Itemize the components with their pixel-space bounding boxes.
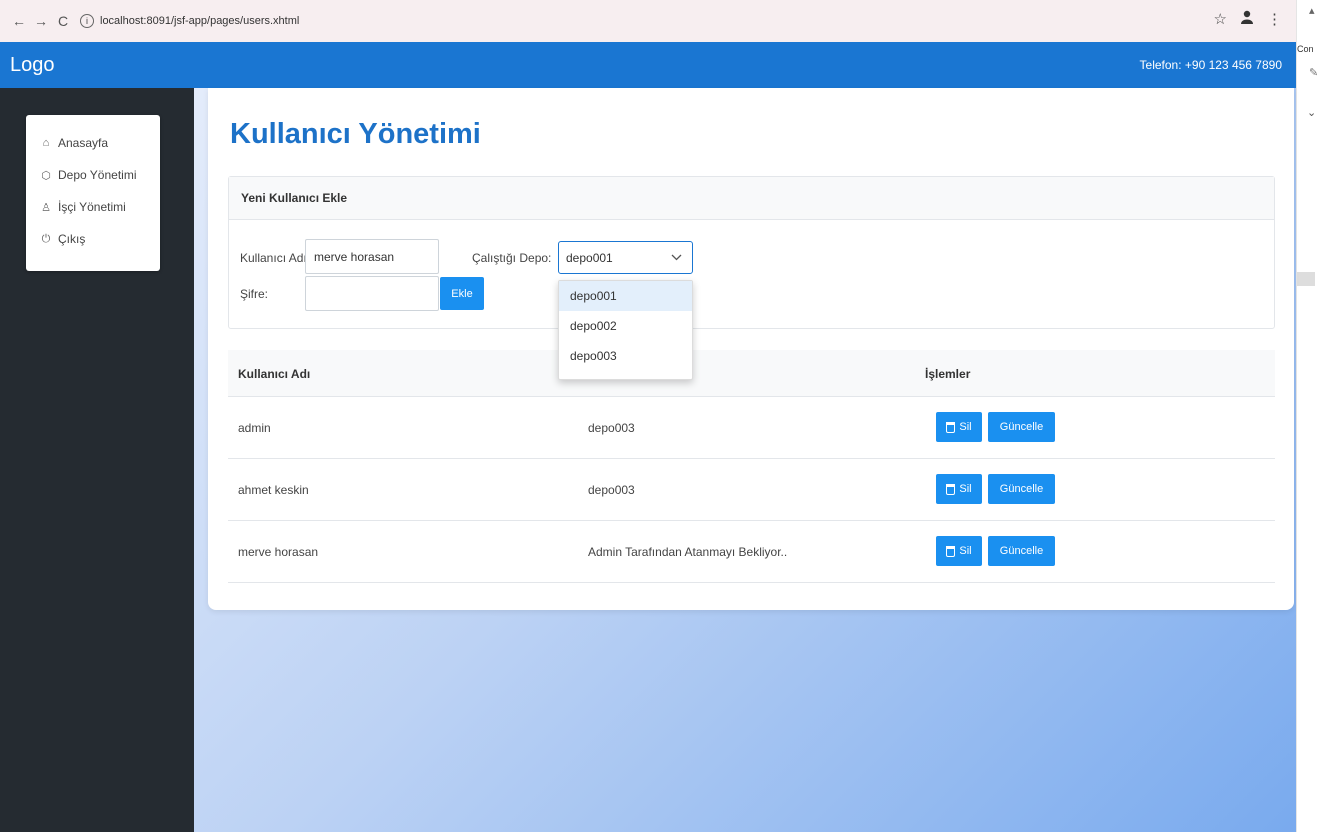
back-icon[interactable]: ← [8, 10, 30, 32]
edit-icon: ✎ [1309, 67, 1319, 79]
sidebar-item-label: İşçi Yönetimi [58, 200, 126, 214]
password-input[interactable] [305, 276, 439, 311]
forward-icon[interactable]: → [30, 10, 52, 32]
table-row: merve horasan Admin Tarafından Atanmayı … [228, 521, 1275, 583]
cell-username: ahmet keskin [238, 483, 309, 497]
delete-button[interactable]: Sil [936, 474, 982, 504]
update-button[interactable]: Güncelle [988, 536, 1055, 566]
cell-username: merve horasan [238, 545, 319, 559]
delete-button[interactable]: Sil [936, 412, 982, 442]
reload-icon[interactable]: C [52, 10, 74, 32]
chevron-down-icon[interactable]: ⌄ [1307, 106, 1316, 119]
browser-toolbar: ← → C i localhost:8091/jsf-app/pages/use… [0, 0, 1296, 42]
page-title: Kullanıcı Yönetimi [230, 118, 481, 150]
add-button[interactable]: Ekle [440, 277, 484, 310]
phone-text: Telefon: +90 123 456 7890 [1139, 58, 1282, 72]
profile-icon[interactable] [1241, 10, 1253, 28]
sidebar: ⌂ Anasayfa ⬡ Depo Yönetimi ♙ İşçi Yöneti… [0, 88, 194, 832]
column-header-actions: İşlemler [925, 367, 971, 381]
bookmark-star-icon[interactable]: ☆ [1214, 10, 1227, 28]
delete-label: Sil [959, 483, 972, 495]
sidebar-item-cikis[interactable]: ⏻ Çıkış [26, 223, 160, 255]
sidebar-item-label: Çıkış [58, 232, 86, 246]
dropdown-option-depo001[interactable]: depo001 [559, 281, 692, 311]
cell-depot: Admin Tarafından Atanmayı Bekliyor.. [588, 545, 788, 559]
app-header: Logo Telefon: +90 123 456 7890 [0, 42, 1296, 88]
dropdown-option-depo003[interactable]: depo003 [559, 341, 692, 371]
table-header: Kullanıcı Adı İşlemler [228, 350, 1275, 397]
users-icon: ♙ [41, 201, 51, 214]
sidebar-item-depo-yonetimi[interactable]: ⬡ Depo Yönetimi [26, 159, 160, 191]
pin-icon: ▴ [1309, 5, 1315, 17]
update-button[interactable]: Güncelle [988, 412, 1055, 442]
dropdown-option-depo002[interactable]: depo002 [559, 311, 692, 341]
delete-button[interactable]: Sil [936, 536, 982, 566]
url-text: localhost:8091/jsf-app/pages/users.xhtml [100, 15, 300, 27]
sidebar-item-label: Anasayfa [58, 136, 109, 150]
cell-depot: depo003 [588, 483, 635, 497]
depot-label: Çalıştığı Depo: [472, 251, 552, 265]
sidebar-item-anasayfa[interactable]: ⌂ Anasayfa [26, 127, 160, 159]
trash-icon [946, 421, 956, 433]
table-row: ahmet keskin depo003 Sil Güncelle [228, 459, 1275, 521]
username-label: Kullanıcı Adı: [240, 251, 311, 265]
scroll-thumb[interactable] [1297, 272, 1315, 286]
trash-icon [946, 483, 956, 495]
update-button[interactable]: Güncelle [988, 474, 1055, 504]
trash-icon [946, 545, 956, 557]
sidebar-menu: ⌂ Anasayfa ⬡ Depo Yönetimi ♙ İşçi Yöneti… [26, 115, 160, 271]
cell-depot: depo003 [588, 421, 635, 435]
side-panel-strip: ▴ Con ✎ ⌄ [1296, 0, 1338, 832]
password-label: Şifre: [240, 287, 269, 301]
address-bar[interactable]: i localhost:8091/jsf-app/pages/users.xht… [80, 7, 299, 35]
box-icon: ⬡ [41, 169, 51, 182]
menu-kebab-icon[interactable]: ⋮ [1267, 10, 1282, 28]
delete-label: Sil [959, 545, 972, 557]
depot-select-value: depo001 [566, 250, 613, 265]
sidebar-item-isci-yonetimi[interactable]: ♙ İşçi Yönetimi [26, 191, 160, 223]
depot-select[interactable]: depo001 [558, 241, 693, 274]
depot-dropdown-list: depo001 depo002 depo003 [558, 280, 693, 380]
sidebar-item-label: Depo Yönetimi [58, 168, 137, 182]
side-panel-label: Con [1297, 44, 1314, 54]
site-info-icon[interactable]: i [80, 14, 94, 28]
table-row: admin depo003 Sil Güncelle [228, 397, 1275, 459]
form-heading: Yeni Kullanıcı Ekle [229, 177, 1274, 220]
home-icon: ⌂ [42, 137, 50, 149]
username-input[interactable]: merve horasan [305, 239, 439, 274]
column-header-username: Kullanıcı Adı [238, 367, 311, 381]
delete-label: Sil [959, 421, 972, 433]
power-icon: ⏻ [41, 232, 51, 245]
logo[interactable]: Logo [10, 54, 55, 77]
cell-username: admin [238, 421, 271, 435]
chevron-down-icon [671, 250, 682, 264]
